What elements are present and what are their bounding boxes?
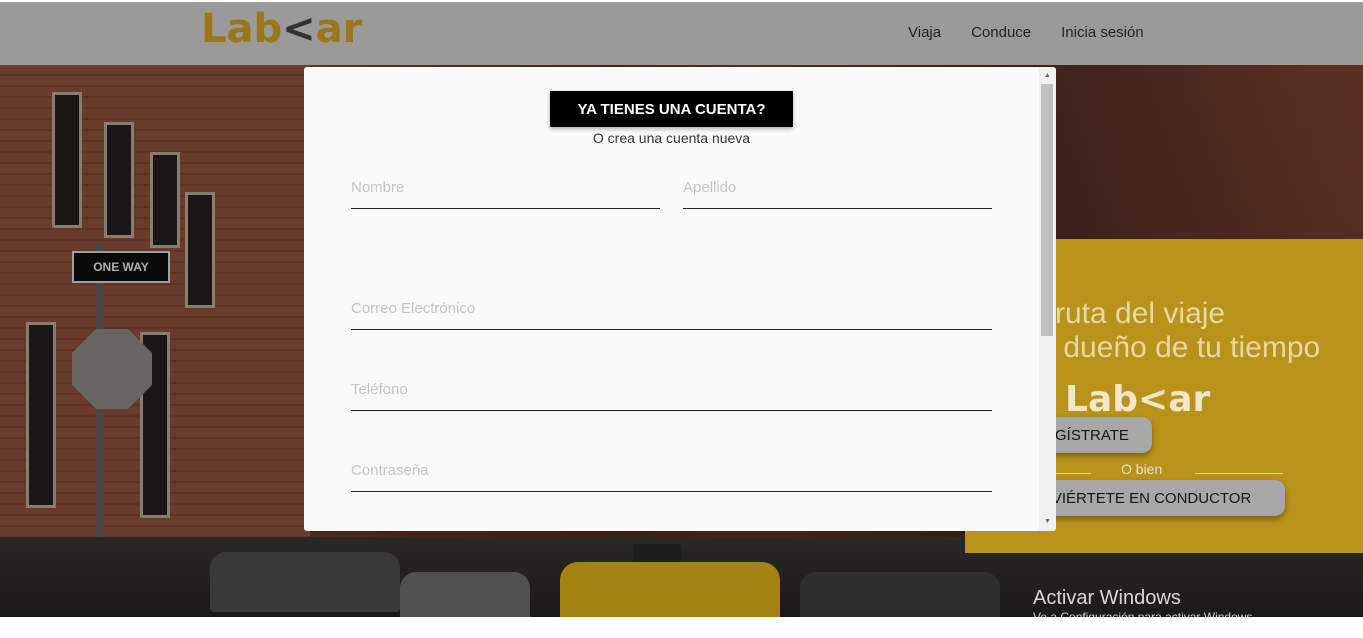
promo-logo: Lab<ar [1065, 379, 1210, 420]
promo-headline-2: s dueño de tu tiempo [1040, 331, 1321, 364]
promo-logo-text: Lab [1065, 379, 1139, 420]
first-name-input[interactable] [351, 179, 660, 209]
windows-activation-subtitle: Ve a Configuración para activar Windows. [1033, 610, 1256, 617]
nav-link-inicia-sesion[interactable]: Inicia sesión [1061, 24, 1144, 41]
scroll-up-arrow-icon[interactable]: ▲ [1039, 69, 1056, 83]
top-navbar: Lab<ar Viaja Conduce Inicia sesión [0, 2, 1363, 65]
nav-link-viaja[interactable]: Viaja [908, 24, 941, 41]
scroll-down-arrow-icon[interactable]: ▼ [1039, 515, 1056, 529]
divider-right [1195, 473, 1283, 474]
last-name-input[interactable] [683, 179, 992, 209]
promo-logo-chevron-icon: < [1138, 379, 1169, 420]
modal-scrollbar[interactable]: ▲ ▼ [1039, 67, 1056, 531]
or-label: O bien [1121, 461, 1163, 477]
promo-logo-suffix: ar [1168, 379, 1211, 420]
email-input[interactable] [351, 300, 992, 330]
create-account-subtitle: O crea una cuenta nueva [592, 130, 751, 146]
promo-headline-1: ruta del viaje [1055, 297, 1226, 330]
password-input[interactable] [351, 462, 992, 492]
phone-input[interactable] [351, 381, 992, 411]
windows-activation-title: Activar Windows [1033, 587, 1181, 609]
brand-logo[interactable]: Lab<ar [201, 6, 362, 52]
logo-chevron-icon: < [282, 6, 316, 52]
scroll-thumb[interactable] [1041, 84, 1053, 336]
logo-suffix: ar [315, 6, 363, 52]
become-driver-button[interactable]: NVIÉRTETE EN CONDUCTOR [1025, 480, 1285, 516]
signup-modal: YA TIENES UNA CUENTA? O crea una cuenta … [304, 67, 1056, 531]
nav-link-conduce[interactable]: Conduce [971, 24, 1031, 41]
logo-text: Lab [201, 6, 283, 52]
main-nav: Viaja Conduce Inicia sesión [908, 24, 1174, 41]
page-bottom-edge [0, 617, 1363, 638]
already-have-account-button[interactable]: YA TIENES UNA CUENTA? [550, 91, 793, 127]
